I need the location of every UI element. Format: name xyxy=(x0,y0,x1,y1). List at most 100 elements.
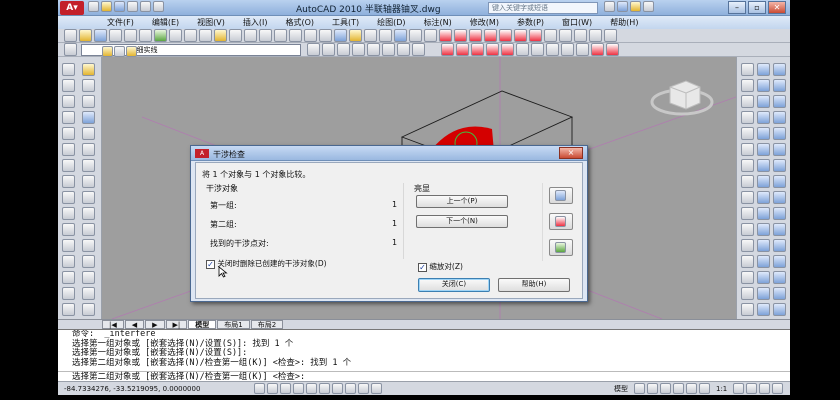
extend-left-icon[interactable] xyxy=(82,223,95,236)
plot-style-icon[interactable] xyxy=(591,43,604,56)
copy-icon[interactable] xyxy=(184,29,197,42)
erase-icon[interactable] xyxy=(82,63,95,76)
open-file-icon[interactable] xyxy=(79,29,92,42)
quick-dimension-icon[interactable] xyxy=(544,29,557,42)
trim-left-icon[interactable] xyxy=(82,207,95,220)
showmotion-icon[interactable] xyxy=(699,383,710,394)
ucs-face-icon[interactable] xyxy=(757,111,770,124)
zoom-realtime-icon[interactable] xyxy=(289,29,302,42)
properties-icon[interactable] xyxy=(334,29,347,42)
ortho-mode-icon[interactable] xyxy=(280,383,291,394)
layer-previous-icon[interactable] xyxy=(322,43,335,56)
quick-properties-icon[interactable] xyxy=(371,383,382,394)
sheet-set-icon[interactable] xyxy=(379,29,392,42)
ucs-3point-icon[interactable] xyxy=(757,191,770,204)
angle-icon[interactable] xyxy=(741,95,754,108)
walk-icon[interactable] xyxy=(773,191,786,204)
menu-parametric[interactable]: 参数(P) xyxy=(508,17,553,28)
ucs-y-icon[interactable] xyxy=(757,223,770,236)
break-left-icon[interactable] xyxy=(82,255,95,268)
light-icon[interactable] xyxy=(773,287,786,300)
stretch-icon[interactable] xyxy=(441,43,454,56)
circle-icon[interactable] xyxy=(62,159,75,172)
dimension-arc-icon[interactable] xyxy=(469,29,482,42)
menu-file[interactable]: 文件(F) xyxy=(98,17,143,28)
model-space-label[interactable]: 模型 xyxy=(614,384,628,394)
paste-icon[interactable] xyxy=(199,29,212,42)
snap-midpoint-icon[interactable] xyxy=(741,191,754,204)
stretch-left-icon[interactable] xyxy=(82,191,95,204)
ellipse-arc-icon[interactable] xyxy=(62,223,75,236)
orbit-icon[interactable] xyxy=(773,143,786,156)
fillet-icon[interactable] xyxy=(531,43,544,56)
search-input[interactable]: 键入关键字或短语 xyxy=(488,2,598,14)
menu-window[interactable]: 窗口(W) xyxy=(553,17,601,28)
break-icon[interactable] xyxy=(486,43,499,56)
top-view-icon[interactable] xyxy=(757,287,770,300)
pan-icon[interactable] xyxy=(274,29,287,42)
grid-mode-icon[interactable] xyxy=(267,383,278,394)
annotation-scale[interactable]: 1:1 xyxy=(716,385,727,393)
move-icon[interactable] xyxy=(82,143,95,156)
delete-on-close-checkbox[interactable]: ✓ xyxy=(206,259,215,269)
bottom-view-icon[interactable] xyxy=(757,303,770,316)
pan-button[interactable] xyxy=(549,213,573,230)
material-icon[interactable] xyxy=(773,271,786,284)
previous-button[interactable]: 上一个(P) xyxy=(416,195,508,208)
break-at-point-icon[interactable] xyxy=(82,239,95,252)
dimension-angular-icon[interactable] xyxy=(529,29,542,42)
construction-line-icon[interactable] xyxy=(62,79,75,92)
menu-tools[interactable]: 工具(T) xyxy=(323,17,368,28)
dialog-close-button[interactable]: × xyxy=(559,147,583,159)
ne-iso-icon[interactable] xyxy=(773,95,786,108)
polyline-icon[interactable] xyxy=(62,95,75,108)
snap-perpendicular-icon[interactable] xyxy=(741,303,754,316)
next-button[interactable]: 下一个(N) xyxy=(416,215,508,228)
se-iso-icon[interactable] xyxy=(773,79,786,92)
zoom-window-icon[interactable] xyxy=(304,29,317,42)
menu-insert[interactable]: 插入(I) xyxy=(234,17,277,28)
minimize-button[interactable]: – xyxy=(728,1,746,14)
plot-icon[interactable] xyxy=(153,1,164,12)
undo-toolbar-icon[interactable] xyxy=(244,29,257,42)
steering-wheel-icon[interactable] xyxy=(773,223,786,236)
ucs-apply-icon[interactable] xyxy=(757,255,770,268)
tool-palettes-icon[interactable] xyxy=(364,29,377,42)
tab-nav-next[interactable]: ▶ xyxy=(145,320,165,329)
block-editor-icon[interactable] xyxy=(229,29,242,42)
layer-freeze-icon[interactable] xyxy=(397,43,410,56)
autocad-logo-icon[interactable]: A▾ xyxy=(60,1,84,15)
snap-extension-icon[interactable] xyxy=(741,239,754,252)
spline-icon[interactable] xyxy=(62,191,75,204)
layer-match-icon[interactable] xyxy=(382,43,395,56)
lineweight-icon[interactable] xyxy=(358,383,369,394)
sw-iso-icon[interactable] xyxy=(773,63,786,76)
scale-icon[interactable] xyxy=(82,175,95,188)
baseline-icon[interactable] xyxy=(559,29,572,42)
volume-icon[interactable] xyxy=(741,127,754,140)
ucs-view-icon[interactable] xyxy=(757,143,770,156)
hatch-icon[interactable] xyxy=(62,287,75,300)
communication-center-icon[interactable] xyxy=(617,1,628,12)
ucs-zaxis-icon[interactable] xyxy=(757,175,770,188)
visual-style-icon[interactable] xyxy=(773,239,786,252)
workspace-switch-icon[interactable] xyxy=(746,383,758,394)
point-icon[interactable] xyxy=(62,271,75,284)
dimension-aligned-icon[interactable] xyxy=(454,29,467,42)
viewcube-icon[interactable] xyxy=(650,80,714,116)
ucs-z-icon[interactable] xyxy=(757,239,770,252)
sun-properties-icon[interactable] xyxy=(773,303,786,316)
make-current-icon[interactable] xyxy=(307,43,320,56)
dim-style-icon[interactable] xyxy=(576,43,589,56)
cut-icon[interactable] xyxy=(169,29,182,42)
ucs-icon[interactable] xyxy=(757,63,770,76)
undo-icon[interactable] xyxy=(127,1,138,12)
redo-toolbar-icon[interactable] xyxy=(259,29,272,42)
menu-dimension[interactable]: 标注(N) xyxy=(415,17,461,28)
render-icon[interactable] xyxy=(773,255,786,268)
offset-icon[interactable] xyxy=(82,111,95,124)
rectangle-icon[interactable] xyxy=(62,127,75,140)
ucs-x-icon[interactable] xyxy=(757,207,770,220)
help-icon[interactable] xyxy=(643,1,654,12)
radius-icon[interactable] xyxy=(741,79,754,92)
